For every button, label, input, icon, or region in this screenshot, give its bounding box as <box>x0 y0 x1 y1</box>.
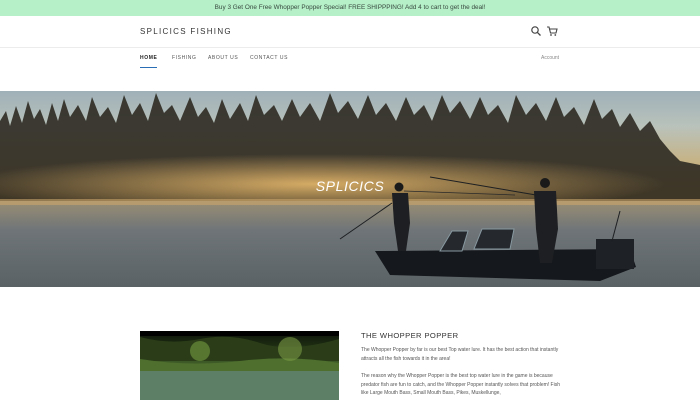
hero-title: SPLICICS <box>315 178 385 194</box>
feature-title: THE WHOPPER POPPER <box>361 331 459 340</box>
main-nav: HOME FISHING ABOUT US CONTACT US Account <box>0 48 700 72</box>
feature-product-image <box>140 331 339 400</box>
feature-paragraph-1: The Whopper Popper by far is our best To… <box>361 347 559 362</box>
announcement-text: Buy 3 Get One Free Whopper Popper Specia… <box>214 4 486 11</box>
nav-item-about-us[interactable]: ABOUT US <box>208 55 238 61</box>
search-icon[interactable] <box>530 25 542 37</box>
site-header: SPLICICS FISHING <box>0 16 700 48</box>
site-logo[interactable]: SPLICICS FISHING <box>140 27 232 36</box>
nav-item-home[interactable]: HOME <box>140 55 158 68</box>
nav-item-fishing[interactable]: FISHING <box>172 55 196 61</box>
active-nav-underline <box>140 67 158 68</box>
hero-banner: SPLICICS <box>0 91 700 287</box>
announcement-bar: Buy 3 Get One Free Whopper Popper Specia… <box>0 0 700 16</box>
feature-paragraph-2: The reason why the Whopper Popper is the… <box>361 373 560 396</box>
cart-icon[interactable] <box>546 25 558 37</box>
nav-item-label: HOME <box>140 55 158 61</box>
nav-item-contact-us[interactable]: CONTACT US <box>250 55 288 61</box>
account-link[interactable]: Account <box>541 55 559 61</box>
